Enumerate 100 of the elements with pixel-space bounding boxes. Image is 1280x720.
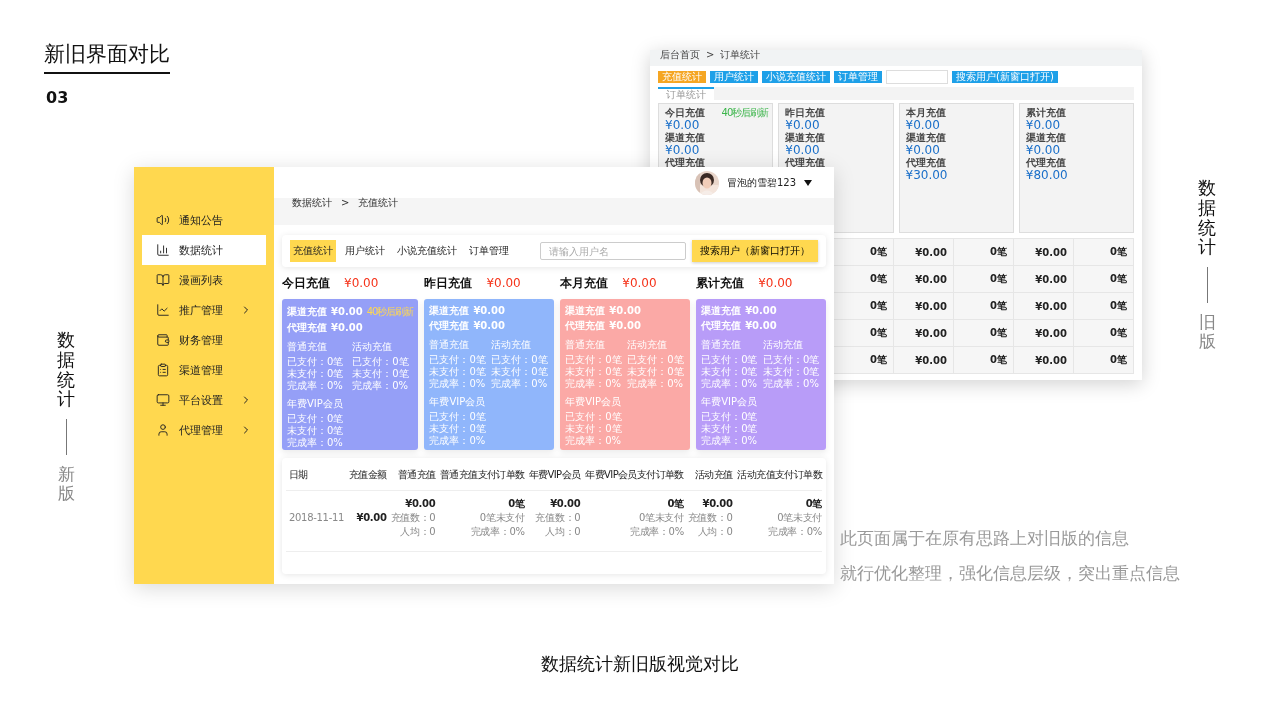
sidebar-item[interactable]: 推广管理	[142, 295, 266, 325]
tab[interactable]: 订单管理	[466, 240, 512, 262]
table-cell: 0笔	[1074, 293, 1134, 320]
tab[interactable]: 用户统计	[342, 240, 388, 262]
stat-line: 完成率：0%	[491, 378, 549, 390]
version-label: 新版	[57, 465, 75, 503]
sidebar-item[interactable]: 财务管理	[142, 325, 266, 355]
breadcrumb-item[interactable]: 数据统计	[292, 198, 332, 209]
stat-value: ¥0.00	[785, 119, 820, 132]
sidebar-item[interactable]: 代理管理	[142, 415, 266, 445]
table-cell: 0笔	[1074, 320, 1134, 347]
sidebar-item[interactable]: 平台设置	[142, 385, 266, 415]
sidebar-item[interactable]: 漫画列表	[142, 265, 266, 295]
summary-total: ¥0.00	[486, 276, 521, 290]
group-title: 年费VIP会员	[429, 396, 487, 408]
version-label: 旧版	[1198, 313, 1216, 351]
table-cell-text: 0笔未支付	[478, 511, 525, 525]
stat-line: 未支付：0笔	[429, 366, 487, 378]
stat-value: ¥0.00	[331, 322, 363, 334]
summary-total: ¥0.00	[344, 276, 379, 290]
search-field[interactable]: 请输入用户名	[540, 242, 686, 260]
stat-line: 已支付：0笔	[701, 354, 759, 366]
table-cell-text: ¥0.00	[404, 497, 436, 511]
column-header: 普通充值支付订单数	[435, 464, 525, 491]
refresh-note: 40秒后刷新	[366, 305, 414, 319]
table-cell-text: 0笔未支付	[638, 511, 684, 525]
table-cell-text: 充值数：0	[534, 511, 581, 525]
stat-line: 完成率：0%	[701, 435, 758, 447]
stat-label: 渠道充值	[287, 306, 327, 318]
bar-chart-icon	[156, 243, 170, 257]
stat-label: 渠道充值	[1025, 133, 1066, 144]
group-title: 年费VIP会员	[701, 396, 758, 408]
monitor-icon	[156, 393, 170, 407]
slide-caption: 数据统计新旧版视觉对比	[541, 652, 739, 676]
stat-value: ¥0.00	[473, 305, 505, 317]
table-cell-text: 0笔	[507, 497, 525, 511]
stat-line: 已支付：0笔	[627, 354, 685, 366]
column-header: 充值金额	[345, 464, 387, 491]
stat-line: 未支付：0笔	[701, 366, 759, 378]
group-title: 活动充值	[763, 339, 805, 351]
breadcrumb-item[interactable]: 后台首页	[660, 50, 700, 60]
summary-title: 累计充值	[696, 275, 745, 292]
stat-line: 已支付：0笔	[352, 356, 410, 368]
stat-value: ¥0.00	[609, 320, 641, 332]
sidebar-item[interactable]: 渠道管理	[142, 355, 266, 385]
stat-line: 未支付：0笔	[565, 423, 623, 435]
table-cell: 0笔	[954, 266, 1014, 293]
table-cell: ¥0.00	[1014, 320, 1074, 347]
tab[interactable]: 小说充值统计	[394, 240, 460, 262]
group-title: 普通充值	[701, 339, 743, 351]
breadcrumb-item: 订单统计	[720, 50, 761, 60]
stat-label: 代理充值	[785, 158, 826, 169]
stat-line: 完成率：0%	[627, 378, 685, 390]
stat-line: 完成率：0%	[429, 435, 487, 447]
stat-line: 完成率：0%	[352, 380, 410, 392]
stat-label: 代理充值	[905, 158, 946, 169]
table-cell: ¥0.00	[1014, 266, 1074, 293]
stat-line: 已支付：0笔	[565, 411, 623, 423]
table-cell: ¥0.00	[894, 320, 954, 347]
stat-value: ¥30.00	[905, 169, 948, 183]
table-cell: 0笔	[834, 320, 894, 347]
group-title: 活动充值	[352, 341, 394, 353]
table-cell-text: ¥0.00	[355, 511, 387, 525]
summary-title: 本月充值	[560, 275, 609, 292]
sidebar-item[interactable]: 通知公告	[142, 205, 266, 235]
tab[interactable]: 充值统计	[290, 240, 336, 262]
caret-icon[interactable]	[804, 179, 812, 186]
breadcrumb-item: 充值统计	[358, 198, 399, 209]
search-button[interactable]: 搜索用户（新窗口打开）	[692, 240, 818, 262]
stat-line: 已支付：0笔	[429, 354, 487, 366]
summary-title: 今日充值	[282, 275, 330, 292]
table-cell-text: 0笔未支付	[776, 511, 822, 525]
stat-line: 已支付：0笔	[287, 356, 345, 368]
card-title: 今日充值	[665, 108, 705, 118]
stat-line: 完成率：0%	[763, 378, 820, 390]
card-title: 昨日充值	[785, 108, 826, 118]
user-name[interactable]: 冒泡的雪碧123	[726, 175, 796, 190]
group-title: 年费VIP会员	[287, 398, 344, 410]
side-title: 数据统计	[1198, 178, 1216, 258]
search-field[interactable]	[886, 70, 948, 84]
table-cell: ¥0.00	[894, 347, 954, 374]
stat-label: 代理充值	[701, 320, 742, 332]
stat-line: 未支付：0笔	[627, 366, 685, 378]
wallet-icon	[156, 333, 170, 347]
stat-line: 未支付：0笔	[701, 423, 759, 435]
stat-line: 完成率：0%	[287, 437, 344, 449]
table-cell: ¥0.00	[1014, 293, 1074, 320]
breadcrumb-separator: >	[341, 198, 350, 209]
card-title: 本月充值	[905, 108, 946, 118]
group-title: 普通充值	[565, 339, 607, 351]
group-title: 活动充值	[627, 339, 669, 351]
book-icon	[156, 273, 170, 287]
table-cell: 0笔	[834, 266, 894, 293]
table-cell: 充值数：0	[686, 511, 733, 525]
column-header: 活动充值支付订单数	[732, 464, 822, 491]
table-cell: 2018-11-11	[289, 511, 346, 525]
table-cell-text: 人均：0	[399, 525, 436, 539]
sidebar-item[interactable]: 数据统计	[142, 235, 266, 265]
table-cell: ¥0.00	[894, 239, 954, 266]
stat-label: 代理充值	[665, 158, 705, 169]
